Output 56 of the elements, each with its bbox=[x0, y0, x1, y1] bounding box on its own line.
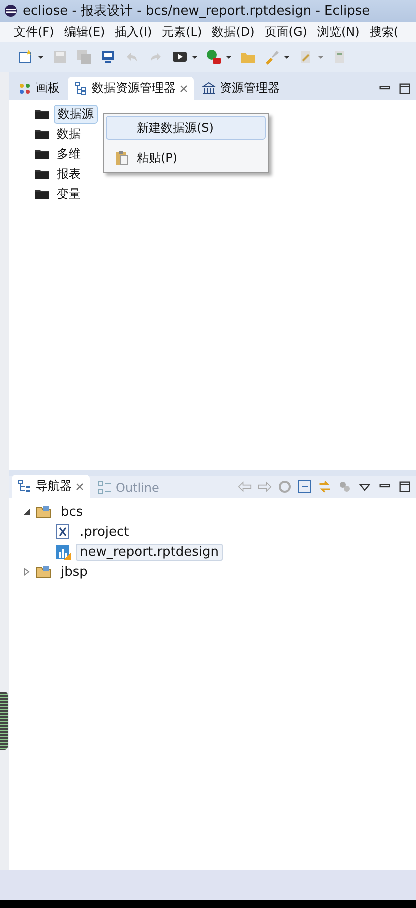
menu-item[interactable]: 浏览(N) bbox=[317, 24, 360, 40]
close-icon[interactable] bbox=[76, 482, 84, 490]
run-icon[interactable] bbox=[172, 49, 188, 65]
debug-icon[interactable] bbox=[206, 49, 222, 65]
window-title: ecliose - 报表设计 - bcs/new_report.rptdesign - Eclipse bbox=[23, 3, 370, 20]
clipboard-icon bbox=[115, 150, 129, 166]
panel-tab[interactable]: 资源管理器 bbox=[196, 77, 286, 100]
monitor-icon[interactable] bbox=[100, 49, 116, 65]
menu-item[interactable]: 新建数据源(S) bbox=[106, 116, 266, 140]
menu-item[interactable]: 数据(D) bbox=[212, 24, 255, 40]
new-file-icon[interactable] bbox=[18, 49, 34, 65]
maximize-icon[interactable] bbox=[398, 82, 412, 96]
navigator-item[interactable]: .project bbox=[76, 524, 134, 540]
tree-item[interactable]: 多维 bbox=[54, 146, 84, 162]
view-tab[interactable]: 导航器 bbox=[12, 475, 90, 498]
menu-item[interactable]: 编辑(E) bbox=[64, 24, 106, 40]
folder-icon bbox=[35, 188, 49, 200]
menu-item[interactable]: 粘贴(P) bbox=[106, 146, 266, 170]
meter-drawing bbox=[0, 692, 8, 750]
navigator-item[interactable]: jbsp bbox=[57, 564, 92, 580]
menu-item[interactable]: 页面(G) bbox=[264, 24, 308, 40]
outline-icon bbox=[98, 481, 112, 495]
menu-item[interactable]: 元素(L) bbox=[162, 24, 202, 40]
maximize-icon[interactable] bbox=[398, 480, 412, 494]
navigator-item[interactable]: new_report.rptdesign bbox=[76, 544, 224, 560]
collapse-icon[interactable] bbox=[298, 480, 312, 494]
caret-icon[interactable] bbox=[38, 54, 44, 60]
navigator-item[interactable]: bcs bbox=[57, 504, 88, 520]
menu-item[interactable]: 文件(F) bbox=[14, 24, 54, 40]
xml-file-icon bbox=[55, 524, 71, 540]
project-folder-icon bbox=[36, 564, 52, 580]
menu-item[interactable]: 搜索( bbox=[370, 24, 398, 40]
tree-item[interactable]: 数据源 bbox=[54, 104, 98, 124]
tree-icon bbox=[74, 82, 88, 96]
caret-icon[interactable] bbox=[284, 54, 290, 60]
report-file-icon bbox=[55, 544, 71, 560]
palette-icon bbox=[18, 82, 32, 96]
panel-tab[interactable]: 数据资源管理器 bbox=[68, 77, 194, 100]
tree-item[interactable]: 报表 bbox=[54, 166, 84, 182]
caret-icon[interactable] bbox=[192, 54, 198, 60]
folder-icon bbox=[35, 148, 49, 160]
folder-icon bbox=[35, 108, 49, 120]
app-icon bbox=[4, 4, 18, 18]
tree-item[interactable]: 数据 bbox=[54, 126, 84, 142]
caret-icon[interactable] bbox=[226, 54, 232, 60]
folder-icon bbox=[35, 168, 49, 180]
project-folder-icon bbox=[36, 504, 52, 520]
collapsed-arrow-icon[interactable] bbox=[23, 568, 31, 576]
navigator-icon bbox=[18, 480, 32, 494]
folder-icon bbox=[35, 128, 49, 140]
menu-item[interactable]: 插入(I) bbox=[115, 24, 152, 40]
tree-item[interactable]: 变量 bbox=[54, 186, 84, 202]
bank-icon bbox=[202, 82, 216, 96]
panel-tab[interactable]: 画板 bbox=[12, 77, 66, 100]
expanded-arrow-icon[interactable] bbox=[23, 508, 31, 516]
close-icon[interactable] bbox=[180, 84, 188, 92]
